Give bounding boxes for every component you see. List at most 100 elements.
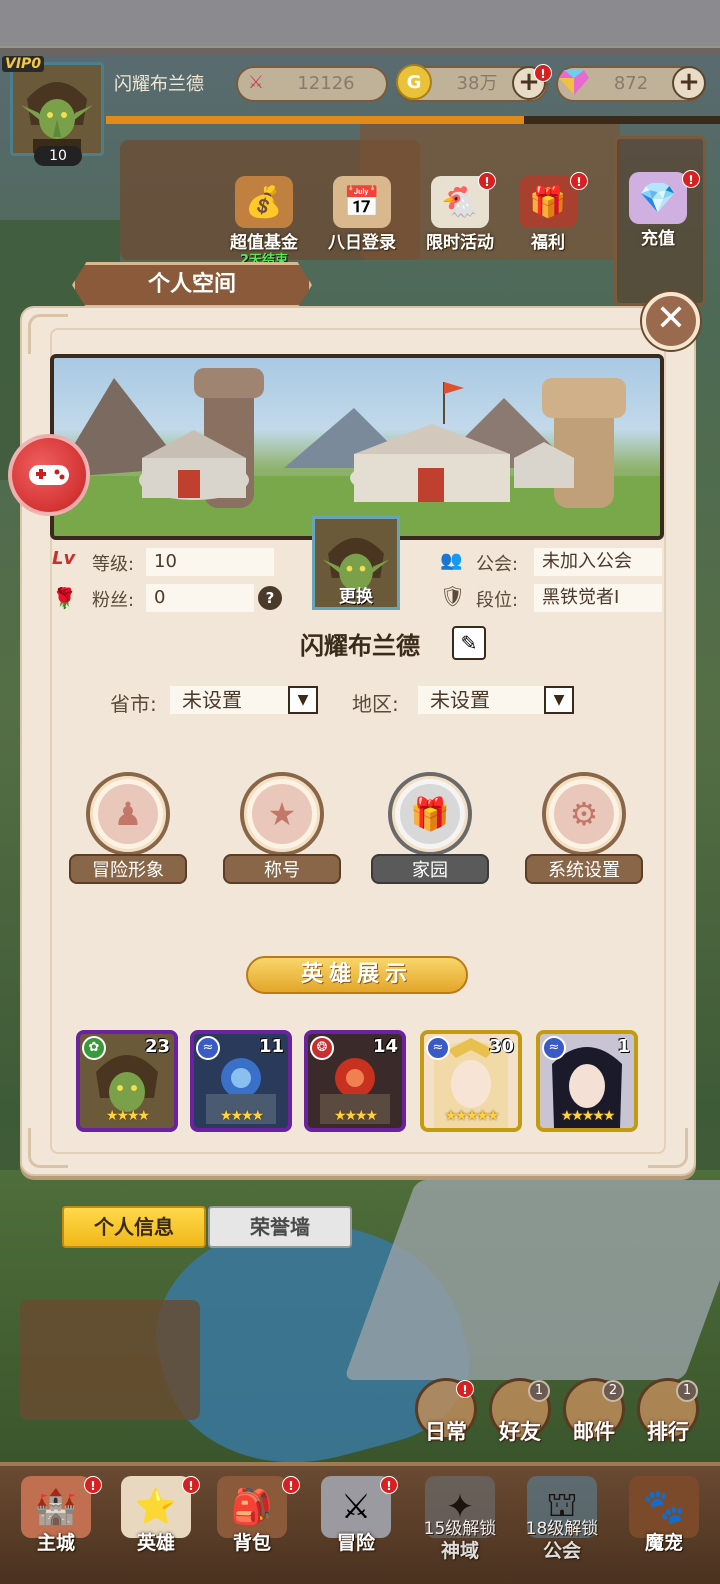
welfare-icon: 🎁 (519, 176, 577, 228)
alert-icon: ! (456, 1380, 474, 1398)
home-button[interactable]: 🎁 家园 (370, 772, 490, 884)
gold-coin-icon: G (396, 64, 432, 100)
system-settings-button[interactable]: ⚙ 系统设置 (524, 772, 644, 884)
event-welfare-button[interactable]: 🎁 福利 ! (502, 172, 594, 256)
alert-icon: ! (380, 1476, 398, 1494)
hero-showcase-title: 英雄展示 (246, 956, 468, 994)
alert-icon: ! (570, 172, 588, 190)
fund-icon: 💰 (235, 176, 293, 228)
daily-button[interactable]: 日常 ! (410, 1378, 482, 1450)
star-badge-icon: ★ (252, 784, 312, 844)
gamepad-button[interactable] (8, 434, 90, 516)
region-label: 地区: (352, 692, 399, 716)
mail-count-badge: 2 (602, 1380, 624, 1402)
event-fund-button[interactable]: 💰 超值基金 2天结束 (218, 176, 310, 268)
guild-label: 公会: (476, 554, 519, 575)
ornament-corner (28, 1128, 68, 1168)
star-rating: ★★★★ (333, 1108, 378, 1124)
nav-main-city[interactable]: 🏰 主城 ! (4, 1468, 108, 1580)
wind-element-icon: ≈ (426, 1036, 450, 1060)
province-select[interactable]: 未设置 (170, 686, 288, 714)
nav-pet[interactable]: 🐾 魔宠 (612, 1468, 716, 1580)
chevron-down-icon[interactable]: ▼ (544, 686, 574, 714)
nature-element-icon: ✿ (82, 1036, 106, 1060)
hero-card[interactable]: ≈ 11 ★★★★ (190, 1030, 292, 1132)
event-limited-button[interactable]: 🐔 限时活动 ! (414, 172, 506, 256)
gamepad-icon (29, 465, 69, 485)
mail-button[interactable]: 邮件 2 (558, 1378, 630, 1450)
star-rating: ★★★★★ (444, 1108, 500, 1124)
alert-icon: ! (282, 1476, 300, 1494)
friends-count-badge: 1 (528, 1380, 550, 1402)
level-label: 等级: (92, 554, 135, 575)
player-name: 闪耀布兰德 (114, 74, 204, 95)
alert-icon: ! (182, 1476, 200, 1494)
wind-element-icon: ≈ (196, 1036, 220, 1060)
profile-banner[interactable] (50, 354, 664, 540)
ornament-corner (28, 314, 68, 354)
hero-card[interactable]: ❂ 14 ★★★★ (304, 1030, 406, 1132)
rank-shield-icon: 🛡 (440, 584, 466, 608)
experience-bar (106, 116, 720, 124)
add-gem-button[interactable]: + (672, 66, 706, 100)
alert-icon: ! (682, 170, 700, 188)
guild-icon: 👥 (440, 550, 463, 571)
nav-divine-locked[interactable]: ✦ 15级解锁 神域 (408, 1468, 512, 1580)
crossed-swords-icon: ⚔ (247, 71, 265, 93)
guild-value: 未加入公会 (534, 548, 662, 576)
adventure-avatar-button[interactable]: ♟ 冒险形象 (68, 772, 188, 884)
alert-icon: ! (534, 64, 552, 82)
gear-icon: ⚙ (554, 784, 614, 844)
star-rating: ★★★★ (105, 1108, 150, 1124)
recharge-icon: 💎 (629, 172, 687, 224)
stone-border (0, 46, 720, 56)
rank-label: 段位: (476, 590, 519, 611)
gift-box-icon: 🎁 (400, 784, 460, 844)
fire-element-icon: ❂ (310, 1036, 334, 1060)
player-avatar[interactable] (10, 62, 104, 156)
star-rating: ★★★★ (219, 1108, 264, 1124)
yurt-camp-illustration (54, 368, 660, 536)
workshop (20, 1300, 200, 1420)
close-button[interactable]: ✕ (642, 292, 700, 350)
tab-honor-wall[interactable]: 荣誉墙 (208, 1206, 352, 1248)
help-icon[interactable]: ? (258, 586, 282, 610)
profile-player-name: 闪耀布兰德 (300, 632, 420, 660)
goblin-avatar-icon (13, 65, 101, 153)
nav-adventure[interactable]: ⚔ 冒险 ! (304, 1468, 408, 1580)
event-login-button[interactable]: 📅 八日登录 (316, 176, 408, 256)
experience-fill (106, 116, 524, 124)
hero-card[interactable]: ≈ 30 ★★★★★ (420, 1030, 522, 1132)
vip-badge: VIP0 (2, 56, 45, 72)
ranking-count-badge: 1 (676, 1380, 698, 1402)
calendar-icon: 📅 (333, 176, 391, 228)
diamond-icon (556, 64, 592, 100)
level-value: 10 (146, 548, 274, 576)
change-portrait-button[interactable]: 更换 (312, 516, 400, 610)
player-level-badge: 10 (34, 146, 82, 166)
pencil-icon: ✎ (460, 631, 478, 655)
rose-icon: 🌹 (52, 586, 77, 610)
nav-hero[interactable]: ⭐ 英雄 ! (104, 1468, 208, 1580)
character-silhouette-icon: ♟ (98, 784, 158, 844)
hero-card[interactable]: ≈ 1 ★★★★★ (536, 1030, 638, 1132)
rank-value: 黑铁觉者Ⅰ (534, 584, 662, 612)
chevron-down-icon[interactable]: ▼ (288, 686, 318, 714)
recharge-button[interactable]: 💎 充值 ! (612, 170, 704, 252)
hero-card[interactable]: ✿ 23 ★★★★ (76, 1030, 178, 1132)
ranking-button[interactable]: 排行 1 (632, 1378, 704, 1450)
tab-personal-info[interactable]: 个人信息 (62, 1206, 206, 1248)
nav-bag[interactable]: 🎒 背包 ! (200, 1468, 304, 1580)
region-select[interactable]: 未设置 (418, 686, 544, 714)
alert-icon: ! (84, 1476, 102, 1494)
title-button[interactable]: ★ 称号 (222, 772, 342, 884)
ornament-corner (648, 1128, 688, 1168)
modal-title: 个人空间 (72, 262, 312, 308)
alert-icon: ! (478, 172, 496, 190)
nav-guild-locked[interactable]: ⛫ 18级解锁 公会 (510, 1468, 614, 1580)
fans-label: 粉丝: (92, 590, 135, 611)
level-icon: Lv (52, 548, 76, 569)
edit-name-button[interactable]: ✎ (452, 626, 486, 660)
province-label: 省市: (110, 692, 157, 716)
friends-button[interactable]: 好友 1 (484, 1378, 556, 1450)
